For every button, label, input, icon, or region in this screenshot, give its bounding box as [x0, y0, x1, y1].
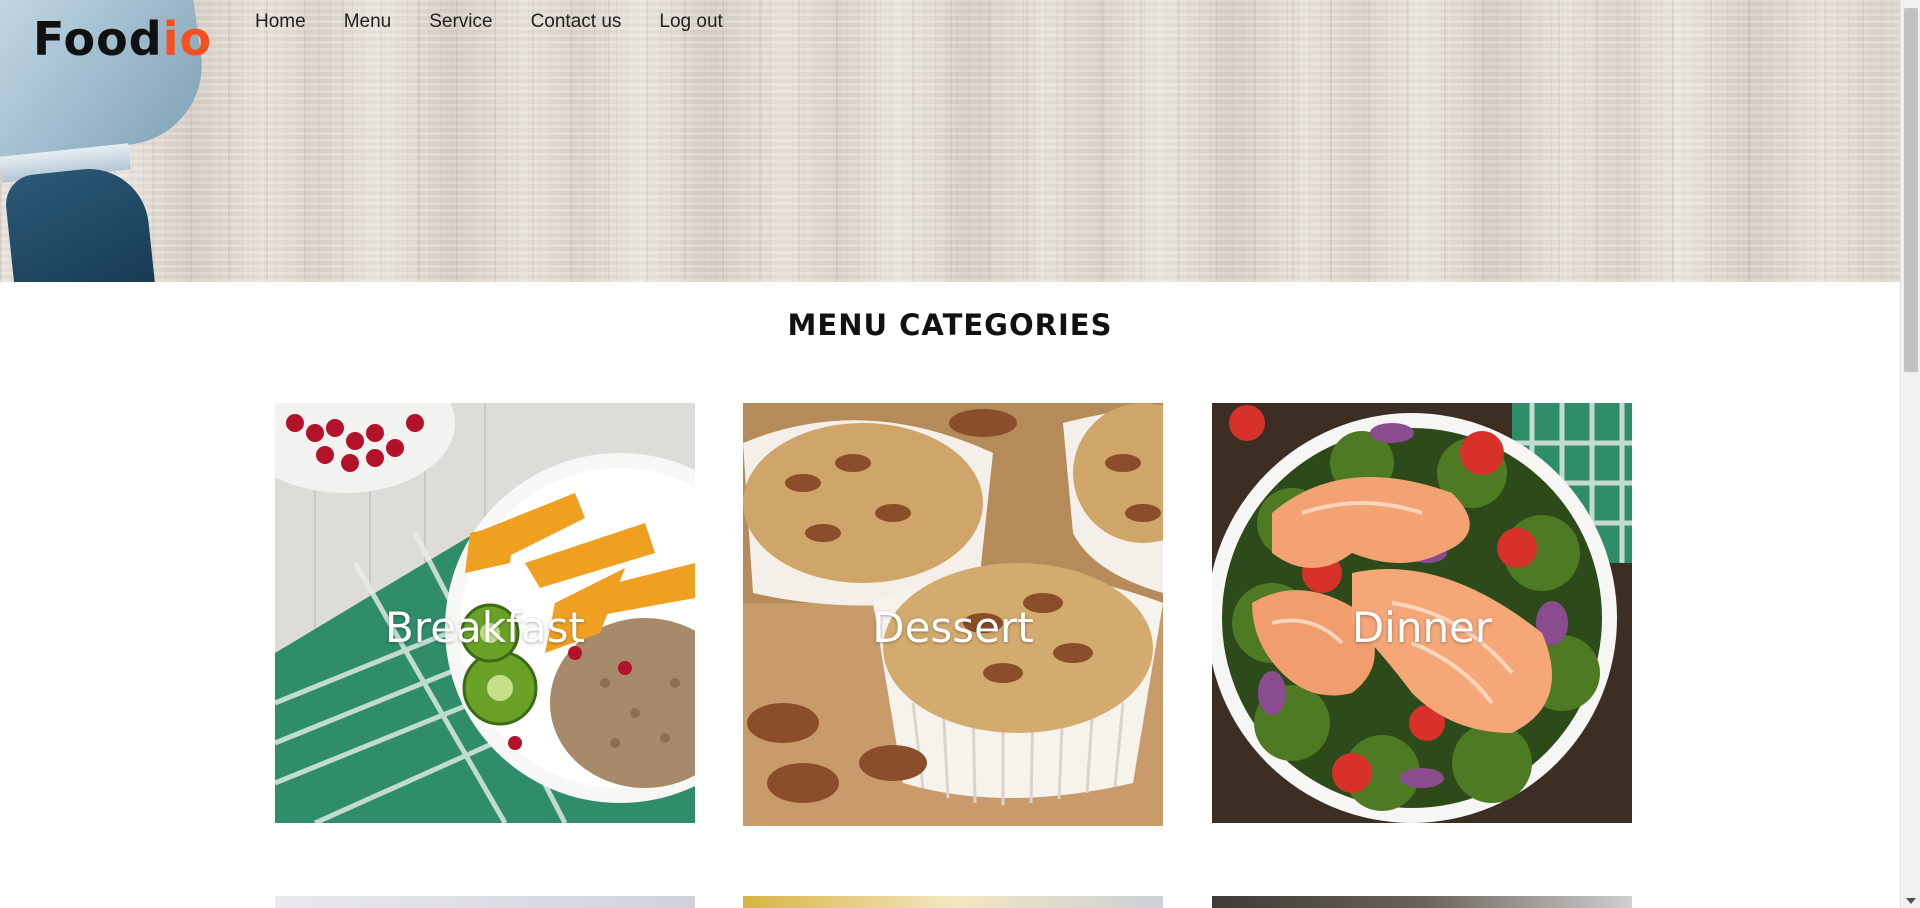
scrollbar-thumb[interactable] — [1904, 8, 1918, 372]
hero-header: Foodio Home Menu Service Contact us Log … — [0, 0, 1900, 282]
section-title: MENU CATEGORIES — [787, 308, 1113, 342]
nav-home[interactable]: Home — [255, 11, 306, 33]
category-label-dessert: Dessert — [872, 603, 1034, 652]
category-card-dinner[interactable]: Dinner — [1212, 403, 1632, 823]
category-card-row2-3[interactable] — [1212, 896, 1632, 908]
category-label-breakfast: Breakfast — [385, 603, 585, 652]
nav-contact-us[interactable]: Contact us — [531, 11, 622, 33]
category-label-dinner: Dinner — [1351, 603, 1493, 652]
scroll-down-arrow-icon[interactable] — [1906, 898, 1916, 904]
nav-service[interactable]: Service — [429, 11, 492, 33]
category-card-dessert[interactable]: Dessert — [743, 403, 1163, 826]
category-card-row2-1[interactable] — [275, 896, 695, 908]
main-nav: Home Menu Service Contact us Log out — [255, 11, 761, 33]
logo-main-text: Food — [33, 12, 163, 66]
wood-texture — [0, 0, 1900, 282]
page-scrollbar[interactable] — [1900, 0, 1920, 908]
logo-accent-text: io — [162, 12, 213, 66]
category-card-breakfast[interactable]: Breakfast — [275, 403, 695, 823]
nav-menu[interactable]: Menu — [344, 11, 392, 33]
site-logo[interactable]: Foodio — [33, 12, 212, 66]
nav-log-out[interactable]: Log out — [659, 11, 722, 33]
category-card-row2-2[interactable] — [743, 896, 1163, 908]
